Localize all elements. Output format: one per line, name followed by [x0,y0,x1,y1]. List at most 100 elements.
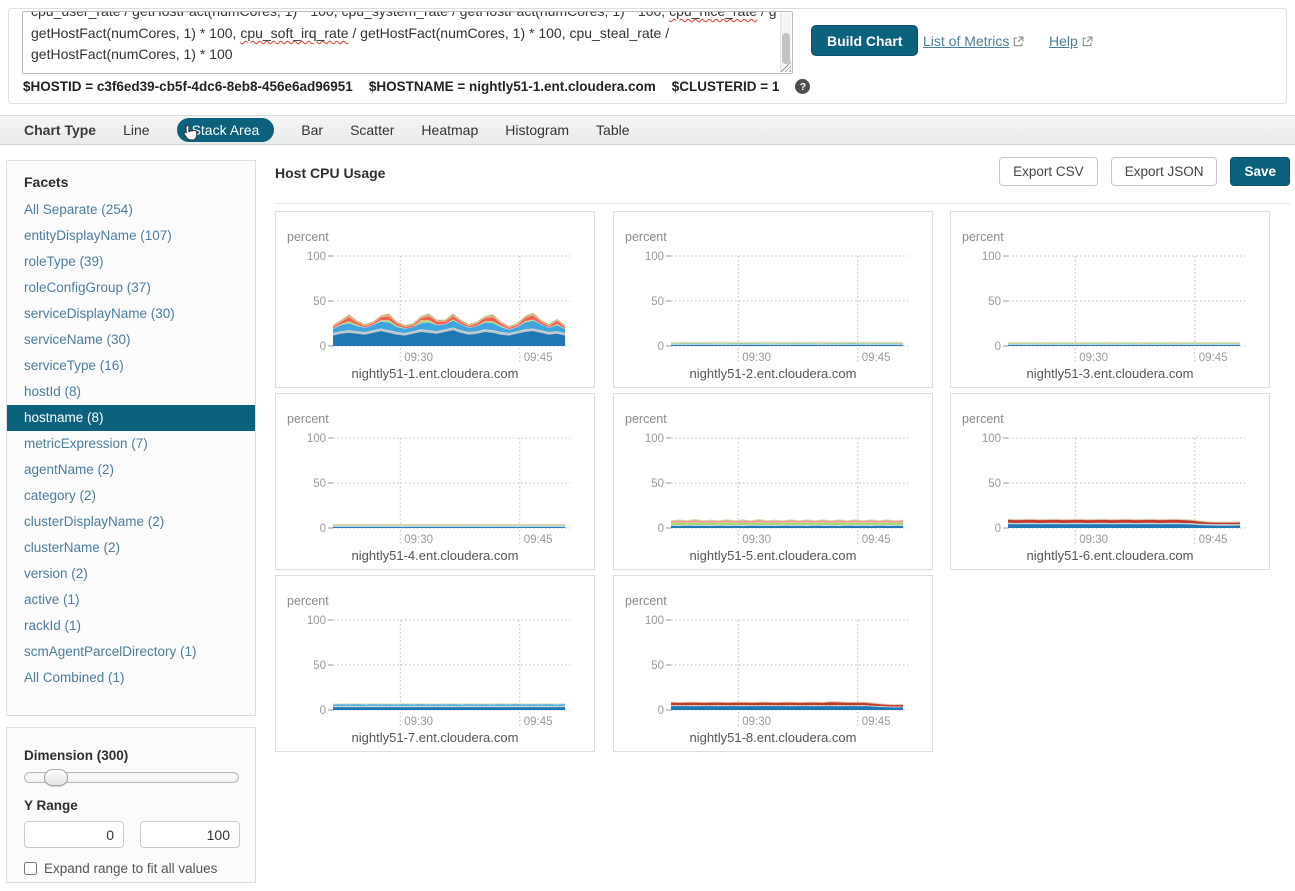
chart-controls-panel: Dimension (300) Y Range Expand range to … [6,727,256,883]
chart-y-axis-unit: percent [287,230,329,244]
scrollbar-thumb[interactable] [782,33,790,64]
y-tick-label: 50 [313,296,326,308]
tab-table[interactable]: Table [596,122,629,138]
facet-item[interactable]: roleConfigGroup (37) [7,275,255,301]
chart-hostname-caption: nightly51-6.ent.cloudera.com [1027,548,1194,563]
facet-item[interactable]: version (2) [7,561,255,587]
query-params: $HOSTID = c3f6ed39-cb5f-4dc6-8eb8-456e6a… [23,79,810,94]
save-button[interactable]: Save [1230,157,1290,186]
y-range-max-input[interactable] [140,821,240,848]
facet-item[interactable]: All Separate (254) [7,197,255,223]
chart-hostname-caption: nightly51-1.ent.cloudera.com [352,366,519,381]
facet-item[interactable]: hostname (8) [7,405,255,431]
facet-item[interactable]: All Combined (1) [7,665,255,691]
chart-builder-page: cpu_user_rate / getHostFact(numCores, 1)… [0,0,1295,891]
y-tick-label: 50 [651,660,664,672]
stacked-area-chart[interactable]: percent10050009:3009:45nightly51-5.ent.c… [614,394,932,569]
expand-range-checkbox[interactable] [24,862,37,875]
help-question-icon[interactable]: ? [795,79,810,94]
stacked-area-chart[interactable]: percent10050009:3009:45nightly51-7.ent.c… [276,576,594,751]
query-param: $CLUSTERID = 1 [672,79,780,94]
facet-item[interactable]: serviceDisplayName (30) [7,301,255,327]
x-tick-label: 09:30 [404,716,433,728]
facet-item[interactable]: rackId (1) [7,613,255,639]
facet-item[interactable]: scmAgentParcelDirectory (1) [7,639,255,665]
facet-item[interactable]: serviceName (30) [7,327,255,353]
tab-histogram[interactable]: Histogram [505,122,569,138]
facet-item[interactable]: active (1) [7,587,255,613]
facet-list: All Separate (254)entityDisplayName (107… [7,197,255,691]
facet-item[interactable]: roleType (39) [7,249,255,275]
list-of-metrics-link[interactable]: List of Metrics [923,33,1009,49]
query-clipped-line: cpu_user_rate / getHostFact(numCores, 1)… [31,12,776,23]
y-tick-label: 0 [320,523,326,535]
chart-y-axis-unit: percent [962,230,1004,244]
chart-y-axis-unit: percent [625,594,667,608]
dimension-slider-thumb[interactable] [44,769,68,786]
facet-item[interactable]: agentName (2) [7,457,255,483]
y-tick-label: 50 [313,478,326,490]
facet-item[interactable]: clusterDisplayName (2) [7,509,255,535]
tab-scatter[interactable]: Scatter [350,122,394,138]
chart-type-tabs: Line Stack Area Bar Scatter Heatmap Histogram… [123,118,629,142]
query-param: $HOSTNAME = nightly51-1.ent.cloudera.com [369,79,656,94]
chart-hostname-caption: nightly51-8.ent.cloudera.com [690,730,857,745]
chart-panel: percent10050009:3009:45nightly51-3.ent.c… [950,211,1270,388]
query-param: $HOSTID = c3f6ed39-cb5f-4dc6-8eb8-456e6a… [23,79,353,94]
chart-y-axis-unit: percent [287,412,329,426]
dimension-slider[interactable] [24,772,239,783]
stacked-area-chart[interactable]: percent10050009:3009:45nightly51-3.ent.c… [951,212,1269,387]
help-link[interactable]: Help [1049,33,1078,49]
y-tick-label: 100 [645,615,664,627]
x-tick-label: 09:45 [524,352,553,364]
stacked-area-chart[interactable]: percent10050009:3009:45nightly51-1.ent.c… [276,212,594,387]
y-tick-label: 0 [995,341,1001,353]
chart-hostname-caption: nightly51-4.ent.cloudera.com [352,548,519,563]
export-csv-button[interactable]: Export CSV [999,157,1098,186]
dimension-label: Dimension (300) [24,748,239,763]
stacked-area-chart[interactable]: percent10050009:3009:45nightly51-4.ent.c… [276,394,594,569]
tab-stack-area[interactable]: Stack Area [177,118,275,142]
facet-item[interactable]: hostId (8) [7,379,255,405]
facet-item[interactable]: metricExpression (7) [7,431,255,457]
y-tick-label: 0 [320,705,326,717]
expand-range-label: Expand range to fit all values [44,861,217,876]
chart-type-label: Chart Type [24,122,96,138]
list-of-metrics-link-wrap: List of Metrics [923,33,1024,49]
stacked-area-chart[interactable]: percent10050009:3009:45nightly51-2.ent.c… [614,212,932,387]
tab-line[interactable]: Line [123,122,149,138]
external-link-icon [1082,36,1093,47]
stacked-area-chart[interactable]: percent10050009:3009:45nightly51-8.ent.c… [614,576,932,751]
facet-item[interactable]: clusterName (2) [7,535,255,561]
y-tick-label: 100 [645,433,664,445]
facet-item[interactable]: category (2) [7,483,255,509]
y-tick-label: 50 [313,660,326,672]
y-tick-label: 50 [651,296,664,308]
chart-hostname-caption: nightly51-3.ent.cloudera.com [1027,366,1194,381]
facet-item[interactable]: entityDisplayName (107) [7,223,255,249]
facets-panel: Facets All Separate (254)entityDisplayNa… [6,160,256,716]
y-range-min-input[interactable] [24,821,124,848]
y-tick-label: 0 [658,705,664,717]
query-line-2: getHostFact(numCores, 1) * 100, cpu_soft… [31,23,776,44]
y-tick-label: 0 [658,341,664,353]
tab-heatmap[interactable]: Heatmap [421,122,478,138]
facet-item[interactable]: serviceType (16) [7,353,255,379]
x-tick-label: 09:30 [1079,534,1108,546]
tab-bar[interactable]: Bar [301,122,323,138]
x-tick-label: 09:30 [404,352,433,364]
x-tick-label: 09:45 [1199,534,1228,546]
chart-panel: percent10050009:3009:45nightly51-5.ent.c… [613,393,933,570]
stacked-area-chart[interactable]: percent10050009:3009:45nightly51-6.ent.c… [951,394,1269,569]
chart-panel: percent10050009:3009:45nightly51-2.ent.c… [613,211,933,388]
facets-header: Facets [24,174,255,190]
chart-panel: percent10050009:3009:45nightly51-7.ent.c… [275,575,595,752]
x-tick-label: 09:45 [862,716,891,728]
header-buttons: Export CSV Export JSON Save [999,157,1290,186]
export-json-button[interactable]: Export JSON [1111,157,1218,186]
query-textarea[interactable]: cpu_user_rate / getHostFact(numCores, 1)… [22,11,793,74]
y-tick-label: 0 [320,341,326,353]
y-tick-label: 100 [982,251,1001,263]
y-tick-label: 0 [658,523,664,535]
build-chart-button[interactable]: Build Chart [811,25,918,56]
